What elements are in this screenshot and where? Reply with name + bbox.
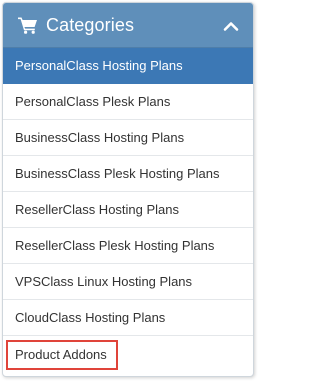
- chevron-up-icon[interactable]: [223, 19, 239, 31]
- panel-title: Categories: [46, 14, 135, 35]
- header-left: Categories: [18, 15, 223, 36]
- category-item-businessclass-hosting-plans[interactable]: BusinessClass Hosting Plans: [3, 120, 253, 156]
- categories-panel-header[interactable]: Categories: [3, 3, 253, 48]
- categories-list: PersonalClass Hosting Plans PersonalClas…: [3, 48, 253, 372]
- category-item-personalclass-hosting-plans[interactable]: PersonalClass Hosting Plans: [3, 48, 253, 84]
- category-item-label: BusinessClass Hosting Plans: [15, 130, 185, 145]
- category-item-label: PersonalClass Plesk Plans: [15, 94, 171, 109]
- category-item-resellerclass-plesk-hosting-plans[interactable]: ResellerClass Plesk Hosting Plans: [3, 228, 253, 264]
- category-item-label: BusinessClass Plesk Hosting Plans: [15, 166, 220, 181]
- category-item-resellerclass-hosting-plans[interactable]: ResellerClass Hosting Plans: [3, 192, 253, 228]
- category-item-label: ResellerClass Hosting Plans: [15, 202, 180, 217]
- category-item-product-addons[interactable]: Product Addons: [3, 336, 253, 372]
- cart-icon: [18, 16, 38, 34]
- category-item-label: Product Addons: [15, 346, 107, 362]
- category-item-personalclass-plesk-plans[interactable]: PersonalClass Plesk Plans: [3, 84, 253, 120]
- category-item-label: CloudClass Hosting Plans: [15, 310, 166, 325]
- categories-panel: Categories PersonalClass Hosting Plans P…: [2, 2, 254, 377]
- category-item-label: VPSClass Linux Hosting Plans: [15, 274, 193, 289]
- category-item-cloudclass-hosting-plans[interactable]: CloudClass Hosting Plans: [3, 300, 253, 336]
- category-item-businessclass-plesk-hosting-plans[interactable]: BusinessClass Plesk Hosting Plans: [3, 156, 253, 192]
- category-item-label: ResellerClass Plesk Hosting Plans: [15, 238, 215, 253]
- category-item-label: PersonalClass Hosting Plans: [15, 58, 183, 73]
- category-item-vpsclass-linux-hosting-plans[interactable]: VPSClass Linux Hosting Plans: [3, 264, 253, 300]
